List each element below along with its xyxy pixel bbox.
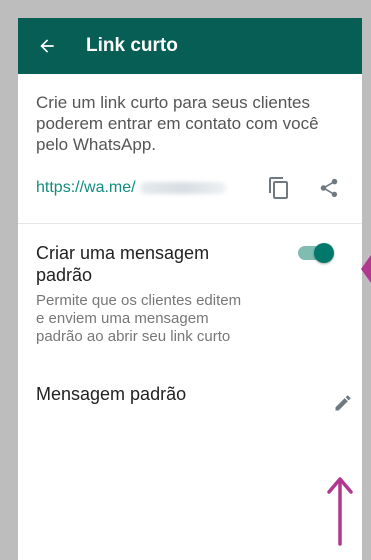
arrow-left-icon: [40, 39, 54, 53]
annotation-arrow-up-icon: [327, 477, 353, 546]
default-message-toggle[interactable]: [298, 243, 334, 263]
default-message-label: Mensagem padrão: [36, 384, 187, 404]
redacted-phone-number: [139, 182, 226, 194]
toggle-thumb: [314, 243, 334, 263]
share-icon: [320, 178, 338, 198]
default-message-row[interactable]: Mensagem padrão: [18, 384, 362, 420]
copy-icon: [269, 177, 288, 199]
setting-title: Criar uma mensagem padrão: [36, 243, 210, 285]
short-link[interactable]: https://wa.me/: [36, 179, 136, 197]
app-bar: Link curto: [18, 18, 362, 74]
setting-subtitle: Permite que os clientes editem e enviem …: [36, 292, 242, 345]
short-link-row: https://wa.me/: [36, 173, 344, 203]
share-button[interactable]: [314, 173, 344, 203]
default-message-setting[interactable]: Criar uma mensagem padrão Permite que os…: [18, 224, 362, 346]
back-button[interactable]: [18, 18, 76, 74]
link-actions: [264, 173, 344, 203]
annotation-arrow-left-icon: [361, 255, 371, 283]
phone-screen: Link curto Crie um link curto para seus …: [18, 18, 362, 560]
page-title: Link curto: [86, 35, 178, 56]
description-text: Crie um link curto para seus clientes po…: [36, 93, 319, 154]
pencil-icon: [335, 395, 351, 411]
copy-button[interactable]: [264, 173, 294, 203]
edit-message-button[interactable]: [328, 388, 358, 418]
